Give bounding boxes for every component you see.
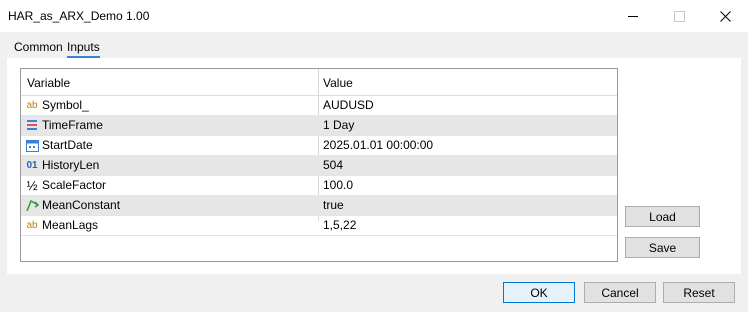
reset-button[interactable]: Reset [663, 282, 735, 303]
row-value[interactable]: true [323, 198, 344, 212]
row-variable-name: StartDate [42, 138, 93, 152]
cancel-button[interactable]: Cancel [584, 282, 656, 303]
row-value[interactable]: AUDUSD [323, 98, 374, 112]
row-variable-name: ScaleFactor [42, 178, 107, 192]
minimize-button[interactable] [610, 0, 656, 32]
row-value[interactable]: 100.0 [323, 178, 353, 192]
close-icon [719, 10, 731, 22]
ok-button[interactable]: OK [503, 282, 575, 303]
tab-common[interactable]: Common [14, 40, 63, 54]
window-title: HAR_as_ARX_Demo 1.00 [8, 9, 150, 23]
close-button[interactable] [702, 0, 748, 32]
row-value[interactable]: 1 Day [323, 118, 354, 132]
table-row[interactable]: StartDate 2025.01.01 00:00:00 [21, 135, 617, 156]
tab-inputs[interactable]: Inputs [67, 40, 100, 58]
calendar-icon [25, 138, 39, 152]
row-variable-name: MeanConstant [42, 198, 121, 212]
table-row[interactable]: 01 HistoryLen 504 [21, 155, 617, 176]
ab-string-icon: ab [26, 219, 38, 231]
maximize-icon [673, 10, 685, 22]
tab-inputs-label: Inputs [67, 40, 100, 54]
boolean-icon [25, 198, 39, 212]
inputs-table: Variable Value ab Symbol_ AUDUSD TimeFra… [20, 68, 618, 262]
title-bar: HAR_as_ARX_Demo 1.00 [0, 0, 748, 32]
timeframe-icon [25, 118, 39, 132]
minimize-icon [628, 15, 638, 17]
fraction-icon: ½ [26, 177, 38, 193]
ab-string-icon: ab [26, 99, 38, 111]
table-header: Variable Value [21, 69, 617, 96]
row-value[interactable]: 1,5,22 [323, 218, 356, 232]
table-row[interactable]: ab MeanLags 1,5,22 [21, 215, 617, 236]
row-variable-name: MeanLags [42, 218, 99, 232]
row-variable-name: Symbol_ [42, 98, 89, 112]
table-row[interactable]: ab Symbol_ AUDUSD [21, 95, 617, 116]
row-variable-name: HistoryLen [42, 158, 100, 172]
table-row[interactable]: ½ ScaleFactor 100.0 [21, 175, 617, 196]
table-row[interactable]: MeanConstant true [21, 195, 617, 216]
column-header-value[interactable]: Value [323, 76, 353, 90]
save-button[interactable]: Save [625, 237, 700, 258]
row-value[interactable]: 504 [323, 158, 343, 172]
column-header-variable[interactable]: Variable [27, 76, 70, 90]
integer-icon: 01 [26, 159, 38, 171]
load-button[interactable]: Load [625, 206, 700, 227]
table-row[interactable]: TimeFrame 1 Day [21, 115, 617, 136]
row-value[interactable]: 2025.01.01 00:00:00 [323, 138, 433, 152]
maximize-button [656, 0, 702, 32]
row-variable-name: TimeFrame [42, 118, 103, 132]
